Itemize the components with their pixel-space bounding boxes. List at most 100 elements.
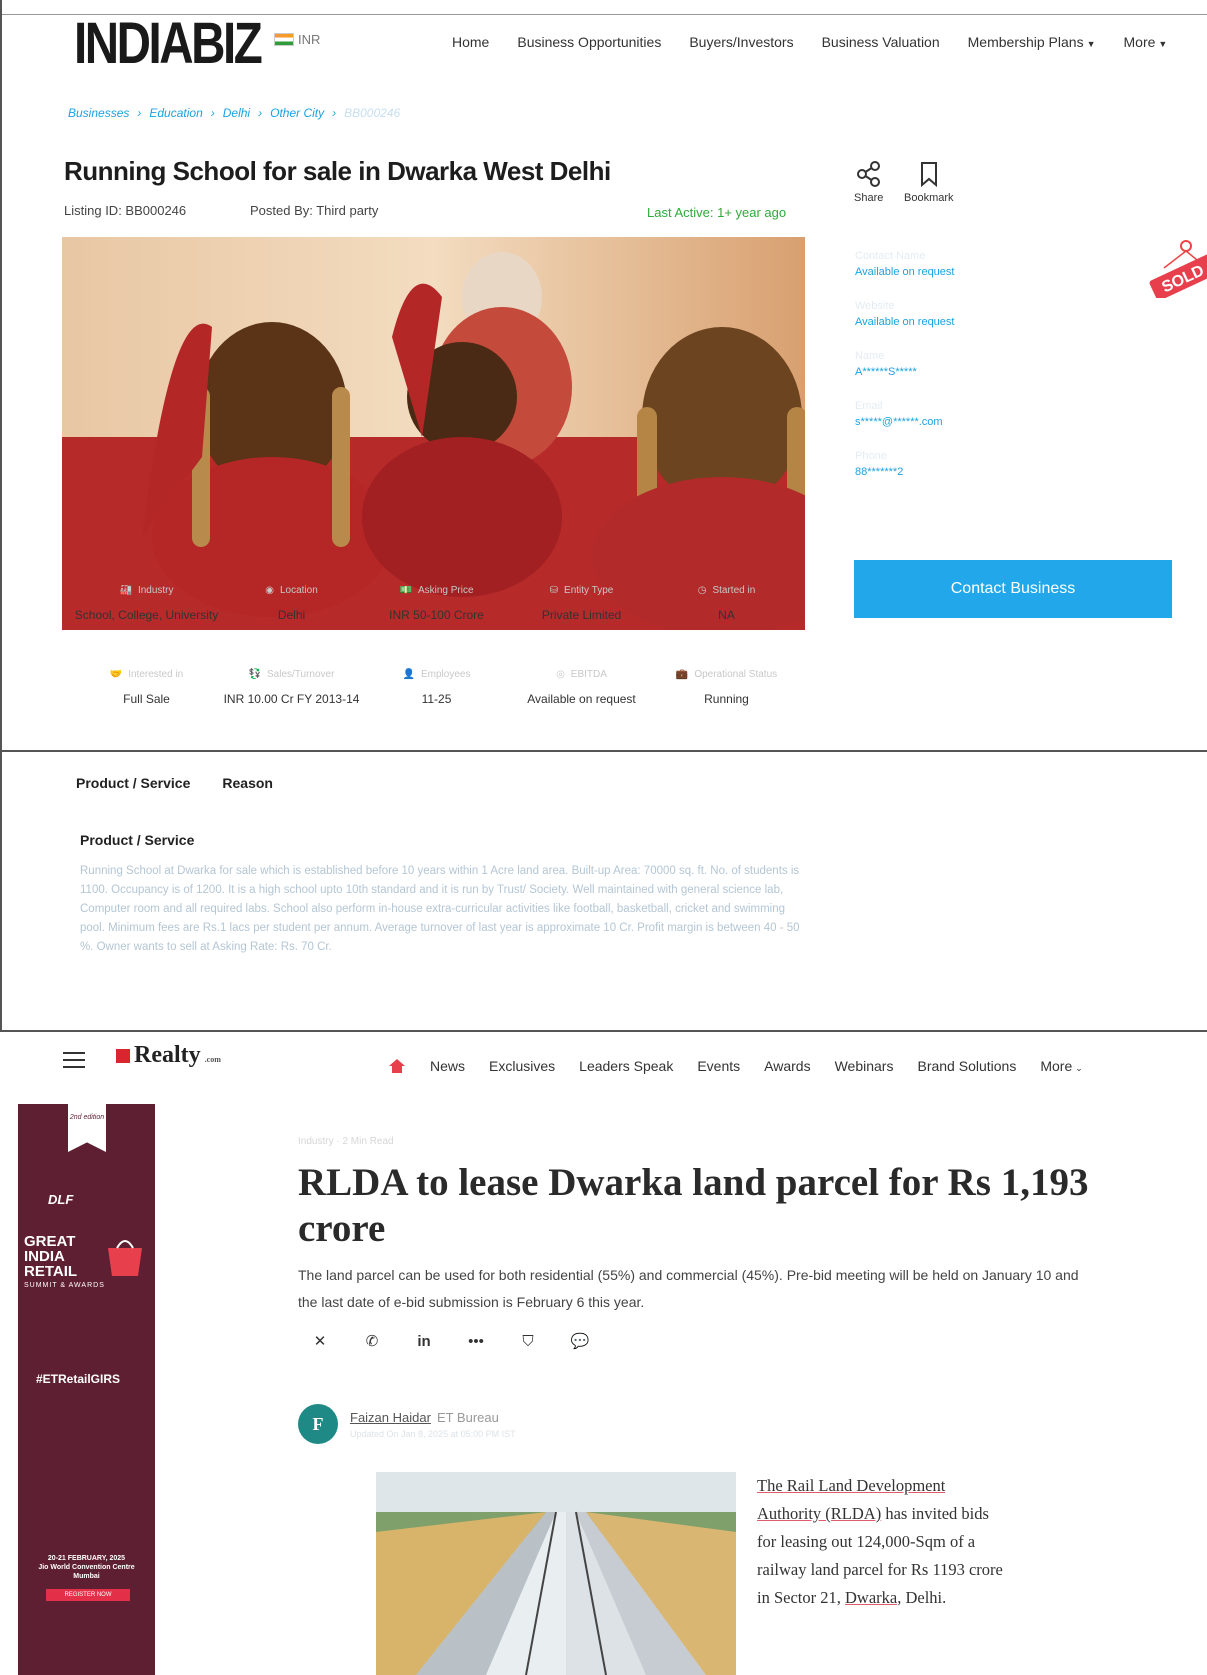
listing-photo — [62, 237, 805, 630]
crumb-separator: › — [332, 106, 337, 120]
sold-badge: SOLD — [1140, 238, 1207, 301]
fact-industry: 🏭 Industry School, College, University — [74, 580, 219, 624]
listing-title: Running School for sale in Dwarka West D… — [64, 156, 611, 186]
home-icon[interactable] — [388, 1058, 406, 1074]
fact-label: Started in — [712, 584, 756, 596]
fact-entity-type: ⛁ Entity Type Private Limited — [509, 580, 654, 624]
crumb-current: BB000246 — [344, 106, 401, 120]
nav-brand-solutions[interactable]: Brand Solutions — [917, 1058, 1016, 1074]
bookmark-icon[interactable]: ⛉ — [516, 1333, 540, 1350]
nav-business-valuation[interactable]: Business Valuation — [822, 34, 940, 50]
fact-label: Location — [279, 584, 318, 596]
body-link-dwarka[interactable]: Dwarka — [845, 1588, 897, 1607]
author-block: F Faizan Haidar ET Bureau Updated On Jan … — [298, 1404, 516, 1444]
contact-field: Email s*****@******.com — [855, 400, 1165, 428]
register-now-button[interactable]: REGISTER NOW — [46, 1589, 130, 1601]
shopping-bag-icon — [108, 1240, 142, 1276]
nav-more[interactable]: More ⌄ — [1040, 1058, 1082, 1074]
sold-tag-icon: SOLD — [1149, 240, 1207, 301]
fact-label: Operational Status — [694, 668, 778, 680]
posted-by: Posted By: Third party — [250, 203, 379, 218]
author-name[interactable]: Faizan Haidar — [350, 1410, 431, 1425]
share-icon — [856, 161, 880, 187]
tab-product-service[interactable]: Product / Service — [76, 775, 190, 791]
ad-venue: Jio World Convention Centre — [38, 1564, 135, 1571]
entity-icon: ⛁ — [549, 584, 559, 596]
chevron-down-icon: ⌄ — [1075, 1063, 1083, 1073]
contact-field: Contact Name Available on request — [855, 250, 1165, 278]
fact-value: Private Limited — [541, 608, 622, 622]
crumb-businesses[interactable]: Businesses — [68, 106, 129, 120]
fact-label: Entity Type — [564, 584, 614, 596]
facts-row-2: 🤝 Interested in Full Sale 💱 Sales/Turnover I… — [74, 664, 804, 708]
article-headline: RLDA to lease Dwarka land parcel for Rs … — [298, 1161, 1089, 1250]
listing-id: Listing ID: BB000246 — [64, 203, 187, 218]
tab-reason[interactable]: Reason — [222, 775, 273, 791]
nav-news[interactable]: News — [430, 1058, 465, 1074]
body-line-1[interactable]: The Rail Land Development — [757, 1476, 945, 1495]
bookmark-icon — [920, 162, 937, 188]
indiabiz-logo[interactable]: INDIABIZ — [74, 10, 263, 77]
fact-value: Running — [704, 692, 749, 706]
product-description: Running School at Dwarka for sale which … — [80, 865, 800, 953]
realty-logo[interactable]: Realty .com — [116, 1042, 221, 1069]
nav-exclusives[interactable]: Exclusives — [489, 1058, 555, 1074]
whatsapp-icon[interactable]: ✆ — [360, 1332, 384, 1350]
fact-employees: 👤 Employees 11-25 — [364, 664, 509, 708]
ad-edition-tab: 2nd edition — [68, 1104, 106, 1152]
contact-field-label: Phone — [855, 450, 887, 462]
fact-value: Full Sale — [123, 692, 170, 706]
last-active: Last Active: 1+ year ago — [647, 205, 787, 220]
ad-date: 20-21 FEBRUARY, 2025 — [47, 1555, 126, 1562]
x-twitter-icon[interactable]: ✕ — [308, 1332, 332, 1350]
hamburger-menu-icon[interactable] — [63, 1052, 85, 1068]
fact-started-in: ◷ Started in NA — [654, 580, 799, 624]
nav-membership-plans[interactable]: Membership Plans ▼ — [968, 34, 1096, 50]
article-kicker: Industry · 2 Min Read — [298, 1136, 394, 1147]
india-flag-icon — [274, 33, 294, 46]
nav-events[interactable]: Events — [697, 1058, 740, 1074]
nav-more-label: More — [1123, 34, 1156, 50]
currency-selector[interactable]: INR — [274, 32, 320, 47]
ad-sponsor: DLF — [48, 1192, 74, 1207]
more-share-icon[interactable]: ••• — [464, 1333, 488, 1350]
realty-logo-suffix: .com — [204, 1055, 221, 1064]
fact-value: Delhi — [277, 608, 306, 622]
author-avatar[interactable]: F — [298, 1404, 338, 1444]
contact-business-button[interactable]: Contact Business — [854, 560, 1172, 618]
bookmark-label: Bookmark — [904, 192, 954, 204]
contact-field-value: Available on request — [855, 266, 955, 278]
nav-buyers-investors[interactable]: Buyers/Investors — [689, 34, 793, 50]
fact-label: Interested in — [128, 668, 184, 680]
side-advertisement[interactable]: 2nd edition DLF GREAT INDIA RETAIL SUMMI… — [18, 1104, 155, 1675]
nav-awards[interactable]: Awards — [764, 1058, 810, 1074]
crumb-separator: › — [258, 106, 263, 120]
fact-ebitda: ◎ EBITDA Available on request — [509, 664, 654, 708]
article-image — [376, 1472, 736, 1675]
nav-home[interactable]: Home — [452, 34, 489, 50]
breadcrumb: Businesses › Education › Delhi › Other City… — [68, 106, 400, 120]
person-icon: 👤 — [402, 668, 415, 680]
currency-label: INR — [298, 32, 321, 47]
contact-field-label: Website — [855, 300, 895, 312]
nav-more[interactable]: More ▼ — [1124, 34, 1168, 50]
share-button[interactable]: Share — [854, 160, 883, 204]
briefcase-icon: 💼 — [675, 668, 689, 680]
nav-business-opportunities[interactable]: Business Opportunities — [517, 34, 661, 50]
crumb-education[interactable]: Education — [149, 106, 202, 120]
clock-icon: ◷ — [697, 584, 707, 596]
nav-webinars[interactable]: Webinars — [835, 1058, 894, 1074]
contact-field-label: Contact Name — [855, 250, 926, 262]
contact-field: Website Available on request — [855, 300, 1165, 328]
nav-leaders-speak[interactable]: Leaders Speak — [579, 1058, 673, 1074]
ad-subtitle: SUMMIT & AWARDS — [24, 1282, 105, 1289]
news-nav: News Exclusives Leaders Speak Events Awa… — [388, 1058, 1083, 1074]
crumb-other-city[interactable]: Other City — [270, 106, 324, 120]
body-line-2[interactable]: Authority (RLDA) — [757, 1504, 881, 1523]
linkedin-icon[interactable]: in — [412, 1333, 436, 1350]
industry-icon: 🏭 — [119, 584, 132, 596]
comment-icon[interactable]: 💬 — [568, 1332, 592, 1350]
crumb-delhi[interactable]: Delhi — [223, 106, 250, 120]
listing-panel: INDIABIZ INR Home Business Opportunities… — [0, 0, 1207, 752]
bookmark-button[interactable]: Bookmark — [904, 160, 954, 204]
